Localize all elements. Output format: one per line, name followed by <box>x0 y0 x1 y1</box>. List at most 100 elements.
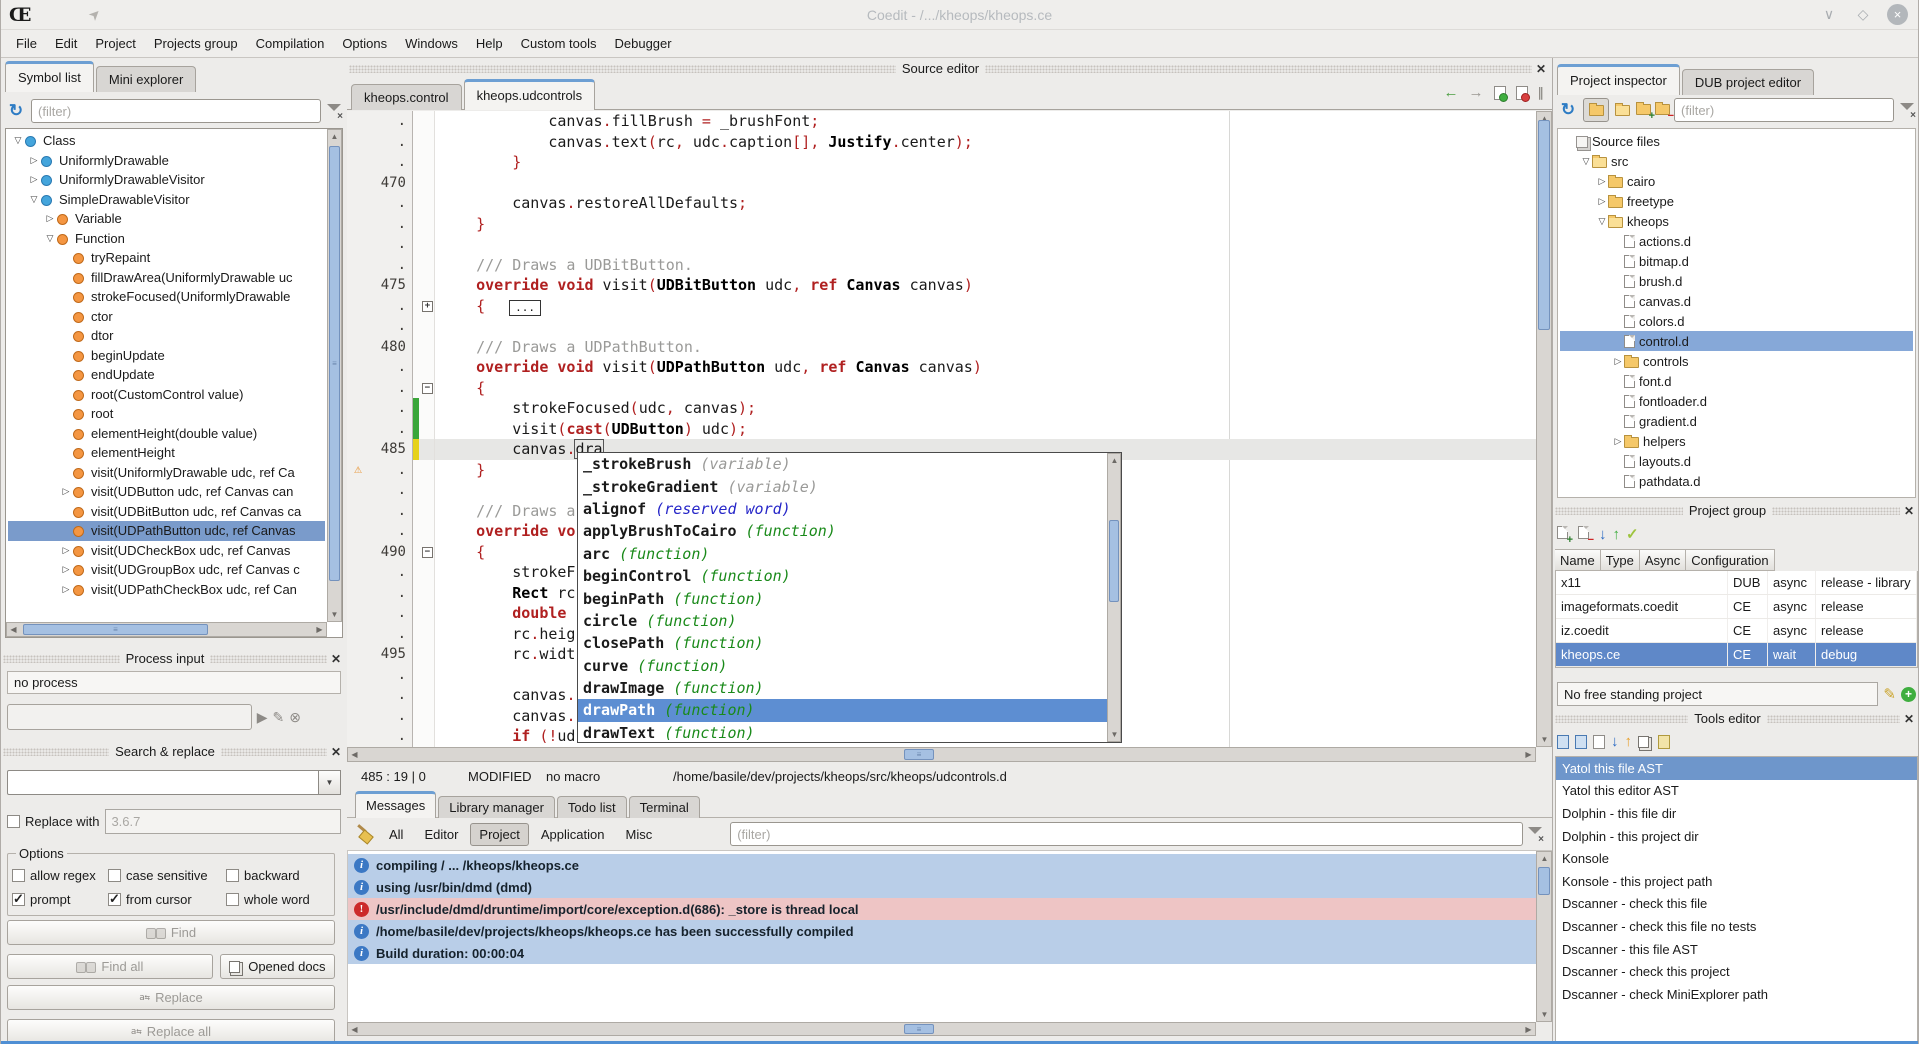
add-free-project-icon[interactable]: + <box>1901 687 1916 702</box>
clone-tool-icon[interactable] <box>1638 736 1649 748</box>
project-filter-input[interactable] <box>1674 98 1894 122</box>
menu-item[interactable]: Help <box>467 32 512 55</box>
project-file-item[interactable]: pathdata.d <box>1560 471 1913 491</box>
project-row[interactable]: x11 DUB async release - library <box>1556 571 1917 595</box>
expander-icon[interactable] <box>60 486 72 497</box>
fold-marker[interactable] <box>419 521 435 542</box>
scrollbar-thumb[interactable] <box>1538 867 1550 895</box>
column-header[interactable]: Name <box>1555 549 1601 571</box>
message-row[interactable]: i Build duration: 00:00:04 <box>348 942 1536 964</box>
symbol-tree-item[interactable]: root(CustomControl value) <box>8 385 325 405</box>
search-option-checkbox[interactable]: backward <box>226 868 330 883</box>
expander-icon[interactable] <box>1580 156 1592 167</box>
symbol-tree-item[interactable]: Variable <box>8 209 325 229</box>
symbol-tree-vscrollbar[interactable]: ▲ ≡ ▼ <box>327 129 342 622</box>
expander-icon[interactable] <box>1612 356 1624 367</box>
search-option-checkbox[interactable]: prompt <box>12 892 108 907</box>
project-file-item[interactable]: brush.d <box>1560 271 1913 291</box>
code-line[interactable]: . {... <box>347 296 1536 317</box>
completion-item[interactable]: alignof (reserved word) <box>578 498 1107 520</box>
menu-item[interactable]: Project <box>86 32 144 55</box>
symbol-filter-input[interactable] <box>31 99 321 123</box>
expander-icon[interactable] <box>60 545 72 556</box>
project-file-item[interactable]: layouts.d <box>1560 451 1913 471</box>
fold-marker[interactable] <box>419 562 435 583</box>
expander-icon[interactable] <box>1596 196 1608 207</box>
fold-marker[interactable] <box>419 501 435 522</box>
symbol-tree-item[interactable]: elementHeight(double value) <box>8 424 325 444</box>
completion-item[interactable]: drawImage (function) <box>578 677 1107 699</box>
split-view-icon[interactable]: ∥ <box>1538 85 1545 101</box>
fold-marker[interactable] <box>419 234 435 255</box>
replace-button[interactable]: a⇆Replace <box>7 985 335 1010</box>
remove-source-icon[interactable]: − <box>1655 103 1670 118</box>
fold-marker[interactable] <box>419 111 435 132</box>
code-line[interactable]: . } <box>347 152 1536 173</box>
menu-item[interactable]: Compilation <box>247 32 334 55</box>
find-button[interactable]: Find <box>7 920 335 945</box>
send-input-icon[interactable]: ▶ <box>257 709 268 726</box>
import-tool-icon[interactable] <box>1557 735 1569 749</box>
project-row[interactable]: kheops.ce CE wait debug <box>1556 643 1917 667</box>
fold-marker[interactable] <box>419 357 435 378</box>
fold-marker[interactable] <box>419 685 435 706</box>
search-option-checkbox[interactable]: from cursor <box>108 892 226 907</box>
find-all-button[interactable]: Find all <box>7 954 213 979</box>
symbol-tree-item[interactable]: SimpleDrawableVisitor <box>8 190 325 210</box>
fold-marker[interactable] <box>419 419 435 440</box>
tool-item[interactable]: Dscanner - check this file no tests <box>1556 915 1917 938</box>
clear-filter-icon[interactable] <box>325 102 343 120</box>
project-file-item[interactable]: bitmap.d <box>1560 251 1913 271</box>
scrollbar-thumb[interactable] <box>1109 520 1119 602</box>
menu-item[interactable]: Windows <box>396 32 467 55</box>
expander-icon[interactable] <box>44 233 56 244</box>
scrollbar-thumb[interactable]: ≡ <box>904 1024 934 1034</box>
sources-view-button[interactable] <box>1583 98 1609 122</box>
async-mode-icon[interactable]: ✓ <box>1626 525 1639 543</box>
menu-item[interactable]: Options <box>333 32 396 55</box>
message-filter-button[interactable]: Project <box>470 823 528 846</box>
symbol-tree-hscrollbar[interactable]: ◀ ≡ ▶ <box>6 622 327 637</box>
project-file-item[interactable]: cairo <box>1560 171 1913 191</box>
fold-marker[interactable] <box>419 275 435 296</box>
symbol-tree-item[interactable]: strokeFocused(UniformlyDrawable <box>8 287 325 307</box>
fold-marker[interactable] <box>419 214 435 235</box>
clear-filter-icon[interactable] <box>1526 825 1544 843</box>
close-panel-icon[interactable]: ✕ <box>327 745 345 759</box>
search-option-checkbox[interactable]: case sensitive <box>108 868 226 883</box>
fold-marker[interactable] <box>419 603 435 624</box>
expander-icon[interactable] <box>1596 216 1608 227</box>
column-header[interactable]: Type <box>1601 549 1640 571</box>
edit-project-icon[interactable]: ✎ <box>1883 685 1896 703</box>
fold-marker[interactable] <box>419 726 435 747</box>
symbol-tree-item[interactable]: visit(UDCheckBox udc, ref Canvas <box>8 541 325 561</box>
symbol-tree-item[interactable]: Class <box>8 131 325 151</box>
code-line[interactable]: 470 <box>347 173 1536 194</box>
message-filter-button[interactable]: Application <box>532 823 614 846</box>
code-line[interactable]: . override void visit(UDPathButton udc, … <box>347 357 1536 378</box>
message-filter-button[interactable]: All <box>380 823 412 846</box>
fold-marker[interactable] <box>419 583 435 604</box>
move-tool-down-icon[interactable]: ↓ <box>1611 733 1619 750</box>
project-file-item[interactable]: font.d <box>1560 371 1913 391</box>
new-document-icon[interactable] <box>1494 86 1506 100</box>
symbol-tree-item[interactable]: beginUpdate <box>8 346 325 366</box>
expander-icon[interactable] <box>12 135 24 146</box>
menu-item[interactable]: File <box>7 32 46 55</box>
completion-item[interactable]: _strokeGradient (variable) <box>578 475 1107 497</box>
tool-item[interactable]: Dolphin - this file dir <box>1556 802 1917 825</box>
editor-hscrollbar[interactable]: ◀ ≡ ▶ <box>347 747 1536 762</box>
fold-marker[interactable] <box>419 193 435 214</box>
fold-marker[interactable] <box>419 644 435 665</box>
replace-with-checkbox[interactable]: Replace with <box>7 814 99 829</box>
search-option-checkbox[interactable]: whole word <box>226 892 330 907</box>
project-file-item[interactable]: Source files <box>1560 131 1913 151</box>
completion-item[interactable]: curve (function) <box>578 655 1107 677</box>
editor-vscrollbar[interactable]: ▲ ▼ <box>1536 111 1552 747</box>
completion-scrollbar[interactable]: ▲ ▼ <box>1107 453 1121 742</box>
symbol-tree-item[interactable]: UniformlyDrawableVisitor <box>8 170 325 190</box>
completion-item[interactable]: beginControl (function) <box>578 565 1107 587</box>
scrollbar-thumb[interactable] <box>1538 120 1550 330</box>
message-row[interactable]: i /home/basile/dev/projects/kheops/kheop… <box>348 920 1536 942</box>
scrollbar-thumb[interactable]: ≡ <box>23 624 208 635</box>
